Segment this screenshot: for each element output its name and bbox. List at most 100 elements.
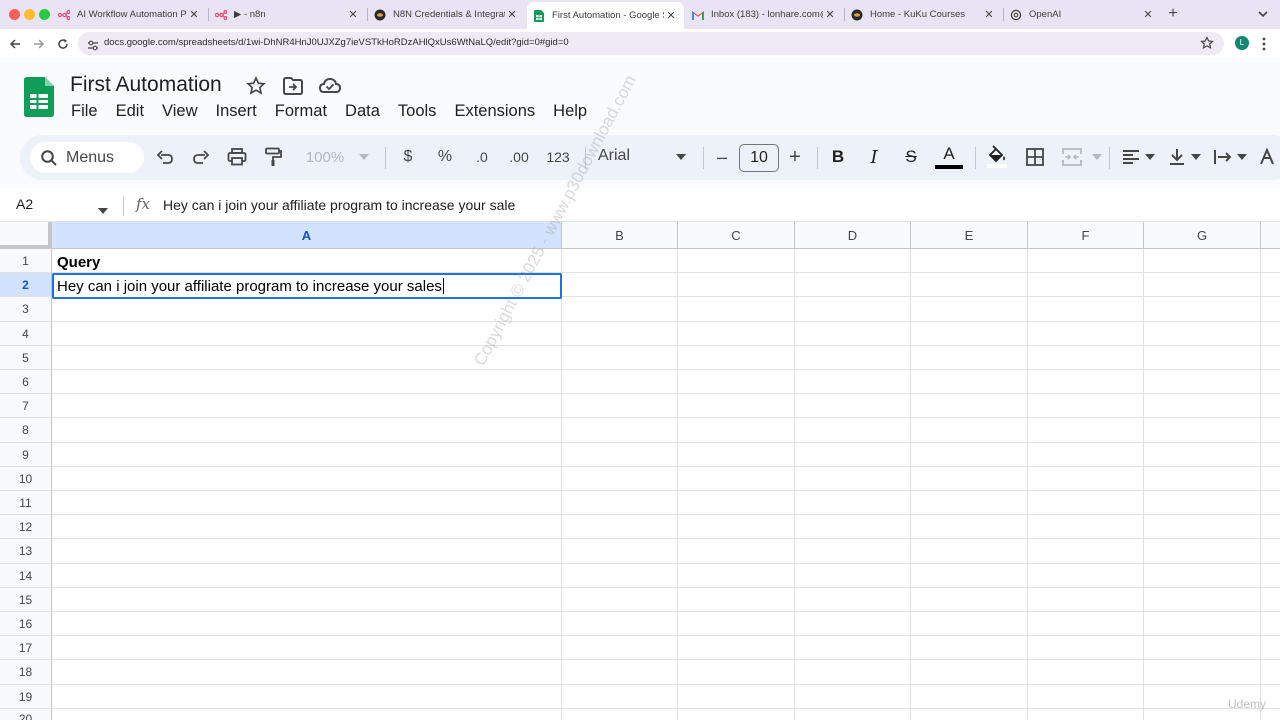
browser-tab[interactable]: ▶ - n8n ✕ (209, 3, 366, 26)
decrease-decimal-button[interactable]: .0 (470, 145, 494, 169)
format-currency-button[interactable]: $ (398, 145, 418, 169)
reload-button[interactable] (55, 36, 71, 52)
search-menus-button[interactable]: Menus (30, 142, 144, 173)
print-button[interactable] (226, 145, 248, 169)
column-header-partial[interactable] (1261, 222, 1280, 249)
maximize-window-button[interactable] (39, 9, 50, 20)
row-header-13[interactable]: 13 (0, 539, 52, 564)
chevron-down-icon[interactable] (98, 201, 108, 219)
text-wrapping-button[interactable] (1212, 145, 1234, 169)
column-header-e[interactable]: E (911, 222, 1028, 249)
chevron-down-icon[interactable] (1256, 6, 1270, 22)
row-header-8[interactable]: 8 (0, 418, 52, 443)
menu-extensions[interactable]: Extensions (454, 102, 535, 122)
google-sheets-logo-icon[interactable] (24, 77, 54, 122)
undo-button[interactable] (154, 145, 176, 169)
row-header-20[interactable]: 20 (0, 709, 52, 720)
move-folder-icon[interactable] (282, 76, 303, 96)
chevron-down-icon[interactable] (1190, 145, 1202, 169)
column-header-c[interactable]: C (678, 222, 795, 249)
menu-insert[interactable]: Insert (216, 102, 257, 122)
text-rotation-button[interactable] (1258, 145, 1276, 169)
close-tab-icon[interactable]: ✕ (1141, 8, 1155, 21)
row-header-4[interactable]: 4 (0, 322, 52, 346)
vertical-align-button[interactable] (1166, 145, 1188, 169)
browser-tab-active[interactable]: First Automation - Google Sh ✕ (527, 2, 684, 29)
format-percent-button[interactable]: % (434, 145, 456, 169)
spreadsheet-grid[interactable]: A B C D E F G 1 2 3 4 5 6 7 8 9 10 11 12… (0, 222, 1280, 720)
close-tab-icon[interactable]: ✕ (664, 9, 678, 22)
column-header-b[interactable]: B (562, 222, 678, 249)
close-tab-icon[interactable]: ✕ (505, 8, 519, 21)
row-header-16[interactable]: 16 (0, 612, 52, 636)
row-header-9[interactable]: 9 (0, 443, 52, 467)
document-title[interactable]: First Automation (70, 73, 222, 97)
close-tab-icon[interactable]: ✕ (346, 8, 360, 21)
cloud-saved-icon[interactable] (318, 76, 342, 96)
more-formats-button[interactable]: 123 (543, 145, 573, 169)
formula-input[interactable]: Hey can i join your affiliate program to… (163, 197, 515, 213)
redo-button[interactable] (190, 145, 212, 169)
fill-color-button[interactable] (985, 145, 1009, 169)
column-header-a[interactable]: A (52, 222, 562, 249)
row-header-5[interactable]: 5 (0, 346, 52, 370)
profile-avatar[interactable]: L (1235, 36, 1249, 50)
minimize-window-button[interactable] (24, 9, 35, 20)
star-icon[interactable] (246, 76, 266, 96)
row-header-6[interactable]: 6 (0, 370, 52, 394)
browser-tab[interactable]: OpenAI ✕ (1004, 3, 1161, 26)
browser-tab[interactable]: AI Workflow Automation Platf ✕ (52, 3, 207, 26)
row-header-18[interactable]: 18 (0, 660, 52, 685)
select-all-corner[interactable] (0, 222, 52, 249)
close-tab-icon[interactable]: ✕ (823, 8, 837, 21)
menu-view[interactable]: View (162, 102, 197, 122)
browser-tab[interactable]: Home - KuKu Courses ✕ (845, 3, 1002, 26)
italic-button[interactable]: I (864, 145, 884, 169)
site-settings-icon[interactable] (87, 38, 99, 56)
row-header-17[interactable]: 17 (0, 636, 52, 660)
row-header-12[interactable]: 12 (0, 515, 52, 539)
increase-font-size-button[interactable]: + (785, 145, 805, 169)
close-tab-icon[interactable]: ✕ (187, 8, 201, 21)
name-box[interactable]: A2 (16, 196, 33, 212)
new-tab-button[interactable]: + (1165, 5, 1181, 23)
chevron-down-icon[interactable] (1091, 145, 1103, 169)
row-header-7[interactable]: 7 (0, 394, 52, 418)
row-header-11[interactable]: 11 (0, 491, 52, 515)
row-header-15[interactable]: 15 (0, 588, 52, 612)
chevron-down-icon[interactable] (357, 145, 371, 169)
active-cell-editor[interactable]: Hey can i join your affiliate program to… (52, 273, 562, 299)
decrease-font-size-button[interactable]: – (712, 145, 732, 169)
zoom-select[interactable]: 100% (301, 145, 349, 169)
chevron-down-icon[interactable] (1144, 145, 1156, 169)
url-field[interactable]: docs.google.com/spreadsheets/d/1wi-DhNR4… (78, 32, 1224, 55)
cell-a2-editing[interactable]: Hey can i join your affiliate program to… (57, 278, 444, 295)
merge-cells-button[interactable] (1060, 145, 1084, 169)
column-header-d[interactable]: D (795, 222, 911, 249)
row-header-10[interactable]: 10 (0, 467, 52, 491)
row-header-19[interactable]: 19 (0, 685, 52, 709)
text-color-button[interactable]: A (934, 142, 964, 172)
menu-file[interactable]: File (71, 102, 98, 122)
paint-format-button[interactable] (262, 145, 284, 169)
browser-tab[interactable]: Inbox (183) - lonhare.com@g ✕ (686, 3, 843, 26)
menu-tools[interactable]: Tools (398, 102, 437, 122)
menu-data[interactable]: Data (345, 102, 380, 122)
cell-a1[interactable]: Query (57, 254, 100, 271)
chevron-down-icon[interactable] (674, 145, 688, 169)
column-header-g[interactable]: G (1144, 222, 1261, 249)
menu-help[interactable]: Help (553, 102, 587, 122)
horizontal-align-button[interactable] (1120, 145, 1142, 169)
column-header-f[interactable]: F (1028, 222, 1144, 249)
strikethrough-button[interactable]: S (900, 145, 922, 169)
row-header-14[interactable]: 14 (0, 564, 52, 588)
close-window-button[interactable] (9, 9, 20, 20)
chevron-down-icon[interactable] (1236, 145, 1248, 169)
browser-tab[interactable]: N8N Credentials & Integratio ✕ (368, 3, 525, 26)
menu-format[interactable]: Format (275, 102, 327, 122)
increase-decimal-button[interactable]: .00 (506, 145, 532, 169)
back-button[interactable] (7, 36, 23, 52)
close-tab-icon[interactable]: ✕ (982, 8, 996, 21)
bold-button[interactable]: B (828, 145, 848, 169)
forward-button[interactable] (31, 36, 47, 52)
